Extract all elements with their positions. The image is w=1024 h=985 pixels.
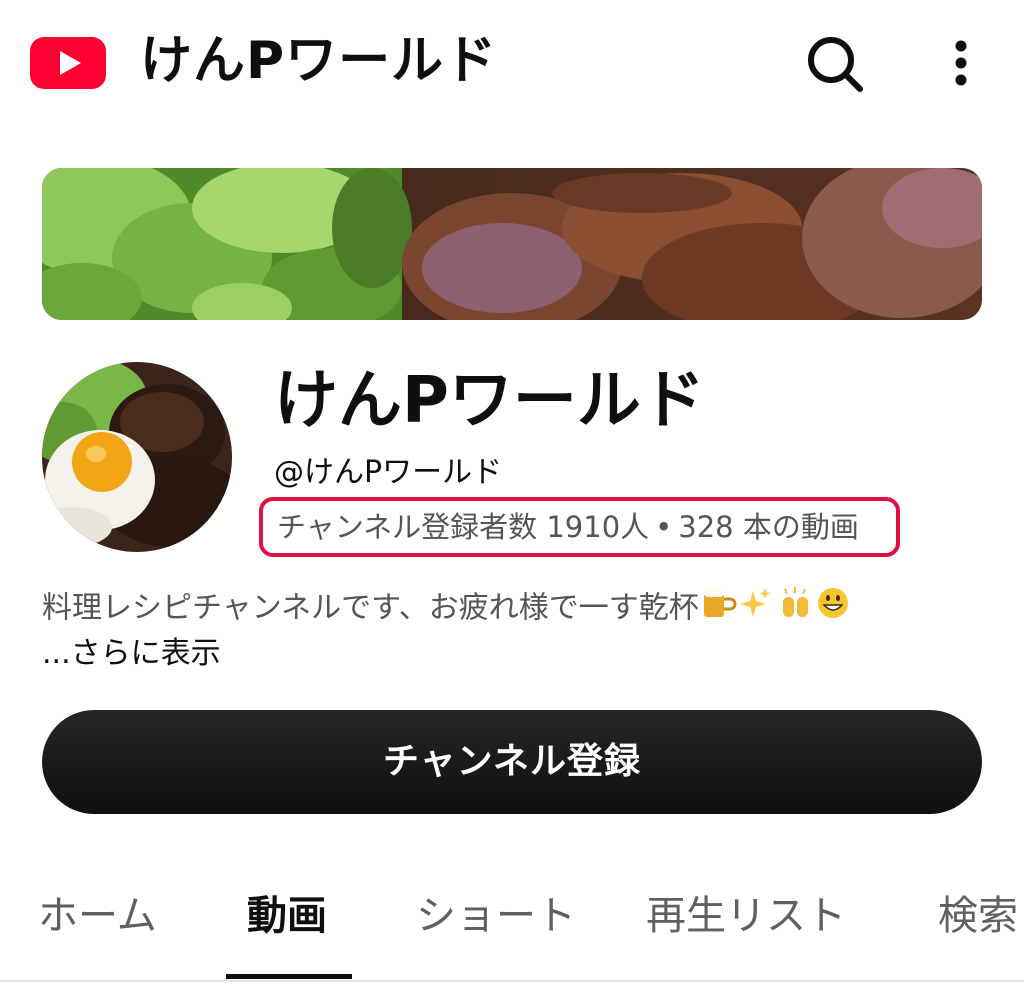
banner-food-image (42, 168, 982, 320)
app-title: けんPワールド (140, 31, 498, 91)
raised-hands-icon (782, 587, 808, 617)
tab-playlists[interactable]: 再生リスト (646, 888, 846, 944)
tab-shorts[interactable]: ショート (416, 888, 576, 944)
video-count: 328 本の動画 (678, 510, 859, 544)
top-app-bar: けんPワールド (0, 0, 1024, 125)
show-more-link[interactable]: ...さらに表示 (42, 633, 221, 675)
channel-name: けんPワールド (274, 364, 705, 438)
subscribe-button[interactable]: チャンネル登録 (42, 710, 982, 814)
stats-separator: • (655, 510, 673, 544)
search-icon (808, 37, 863, 92)
search-button[interactable] (800, 32, 870, 96)
grinning-face-icon (817, 588, 848, 618)
tabs-divider (0, 980, 1024, 982)
channel-banner (42, 168, 982, 320)
channel-tabs: ホーム 動画 ショート 再生リスト 検索 (0, 870, 1024, 985)
channel-stats-highlight: チャンネル登録者数 1910人 • 328 本の動画 (259, 497, 900, 557)
sparkles-icon (739, 588, 771, 617)
description-emojis (701, 585, 851, 633)
tab-videos[interactable]: 動画 (247, 888, 327, 944)
description-text: 料理レシピチャンネルです、お疲れ様で一す乾杯 (42, 590, 699, 626)
tab-search[interactable]: 検索 (938, 888, 1018, 944)
youtube-logo-icon[interactable] (30, 37, 106, 89)
active-tab-indicator (226, 974, 352, 979)
subscriber-count: チャンネル登録者数 1910人 (277, 510, 650, 544)
beer-mug-icon (703, 589, 737, 617)
channel-handle: @けんPワールド (274, 455, 503, 490)
more-vertical-icon (955, 40, 967, 86)
avatar-food-image (42, 362, 232, 552)
channel-description[interactable]: 料理レシピチャンネルです、お疲れ様で一す乾杯 (42, 585, 851, 633)
tab-home[interactable]: ホーム (38, 888, 157, 944)
more-options-button[interactable] (935, 32, 987, 96)
channel-avatar[interactable] (42, 362, 232, 552)
